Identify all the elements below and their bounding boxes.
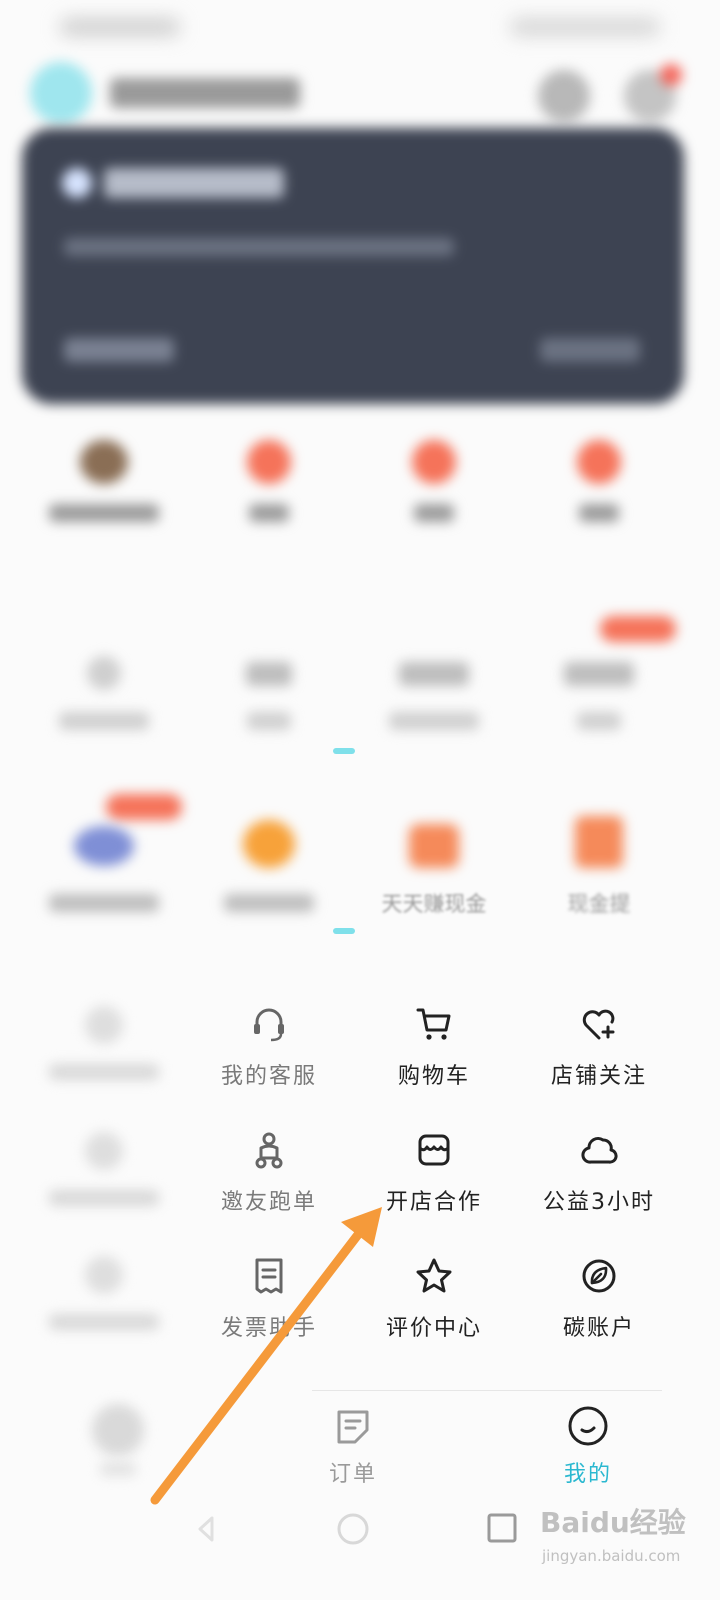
- bottom-tab-bar: 订单 我的: [0, 1390, 720, 1500]
- card-title-blurred: [104, 168, 284, 198]
- storefront-icon: [418, 1134, 450, 1166]
- menu-item-charity[interactable]: 公益3小时: [517, 1126, 681, 1226]
- status-bar: [0, 10, 720, 50]
- tab-home-blurred[interactable]: [92, 1404, 144, 1456]
- home-circle-icon[interactable]: [336, 1512, 370, 1546]
- menu-item-invite-rider[interactable]: 邀友跑单: [187, 1126, 351, 1226]
- menu-label: 碳账户: [562, 1316, 635, 1341]
- card-right-action-blurred[interactable]: [540, 338, 640, 362]
- promo-label: 现金提: [567, 892, 631, 916]
- status-right: [510, 18, 660, 36]
- heart-plus-icon: [582, 1009, 615, 1040]
- leaf-icon: [582, 1259, 616, 1293]
- membership-card[interactable]: [22, 128, 684, 404]
- menu-label: 我的客服: [220, 1064, 317, 1089]
- cash-withdraw-icon: [575, 816, 623, 868]
- promo-label-blurred: [414, 504, 454, 522]
- notification-dot: [660, 64, 682, 86]
- menu-item-review-center[interactable]: 评价中心: [352, 1252, 516, 1352]
- menu-item-open-store[interactable]: 开店合作: [352, 1126, 516, 1226]
- stats-label-blurred: [389, 712, 479, 730]
- promo-icon: [412, 440, 456, 484]
- menu-item-shop-follow[interactable]: 店铺关注: [517, 1000, 681, 1100]
- promo-image: [243, 820, 295, 868]
- watermark-brand: Baidu经验: [540, 1506, 686, 1539]
- star-icon: [416, 1258, 452, 1293]
- menu-item-cart[interactable]: 购物车: [352, 1000, 516, 1100]
- menu-item-customer-service[interactable]: 我的客服: [187, 1000, 351, 1100]
- stats-value-blurred: [246, 662, 292, 686]
- profile-header: [0, 62, 720, 132]
- cloud-icon: [581, 1136, 618, 1164]
- stats-value-blurred: [399, 662, 469, 686]
- card-badge-icon: [62, 168, 92, 198]
- promo-label: 天天赚现金: [381, 892, 487, 916]
- stats-icon: [87, 656, 121, 690]
- promo-icon: [577, 440, 621, 484]
- watermark: Baidu经验 jingyan.baidu.com: [540, 1495, 720, 1585]
- stats-row: [0, 610, 720, 750]
- recents-square-icon[interactable]: [486, 1512, 518, 1544]
- scooter-rider-icon: [255, 1132, 283, 1169]
- tab-label-blurred: [100, 1462, 136, 1476]
- promo-badge: [106, 794, 182, 820]
- stats-label-blurred: [247, 712, 291, 730]
- watermark-url: jingyan.baidu.com: [542, 1547, 681, 1565]
- menu-label: 评价中心: [385, 1316, 482, 1341]
- service-menu: 我的客服 购物车 店铺关注 邀友跑单 开店合作 公益3小时 发票助手 评价中心 …: [0, 1000, 720, 1360]
- stats-label-blurred: [577, 712, 621, 730]
- promo-image: [74, 826, 134, 866]
- promo-row-1: [0, 440, 720, 550]
- menu-label: 发票助手: [220, 1316, 317, 1341]
- order-note-icon: [337, 1410, 369, 1444]
- promo-label-blurred: [579, 504, 619, 522]
- menu-label: 邀友跑单: [220, 1190, 317, 1215]
- back-icon[interactable]: [192, 1514, 220, 1544]
- promo-icon: [247, 440, 291, 484]
- tab-mine[interactable]: 我的: [518, 1390, 658, 1490]
- tab-label: 我的: [563, 1462, 612, 1487]
- menu-label: 购物车: [397, 1064, 470, 1089]
- promo-label-blurred: [49, 894, 159, 912]
- settings-icon[interactable]: [538, 70, 590, 122]
- stats-badge: [600, 616, 676, 642]
- menu-label: 开店合作: [385, 1190, 482, 1215]
- menu-item-invoice[interactable]: 发票助手: [187, 1252, 351, 1352]
- promo-image: [80, 440, 128, 484]
- user-name-blurred: [110, 78, 300, 108]
- user-avatar[interactable]: [30, 62, 92, 124]
- card-subtitle-blurred: [64, 238, 454, 256]
- shopping-cart-icon: [416, 1008, 451, 1040]
- stats-label-blurred: [59, 712, 149, 730]
- page-indicator: [333, 928, 355, 934]
- menu-item-carbon-account[interactable]: 碳账户: [517, 1252, 681, 1352]
- promo-row-2: 天天赚现金 现金提: [0, 790, 720, 930]
- menu-label: 公益3小时: [543, 1190, 655, 1215]
- headset-icon: [254, 1008, 284, 1042]
- receipt-icon: [255, 1258, 283, 1294]
- smile-face-icon: [568, 1406, 608, 1446]
- status-left: [60, 18, 180, 36]
- tab-label: 订单: [328, 1462, 377, 1487]
- promo-label-blurred: [49, 504, 159, 522]
- card-left-action-blurred[interactable]: [64, 338, 174, 362]
- tab-orders[interactable]: 订单: [283, 1390, 423, 1490]
- promo-label-blurred: [224, 894, 314, 912]
- page-indicator: [333, 748, 355, 754]
- stats-value-blurred: [564, 662, 634, 686]
- menu-label: 店铺关注: [550, 1064, 647, 1089]
- cash-earn-icon: [409, 824, 459, 868]
- promo-label-blurred: [249, 504, 289, 522]
